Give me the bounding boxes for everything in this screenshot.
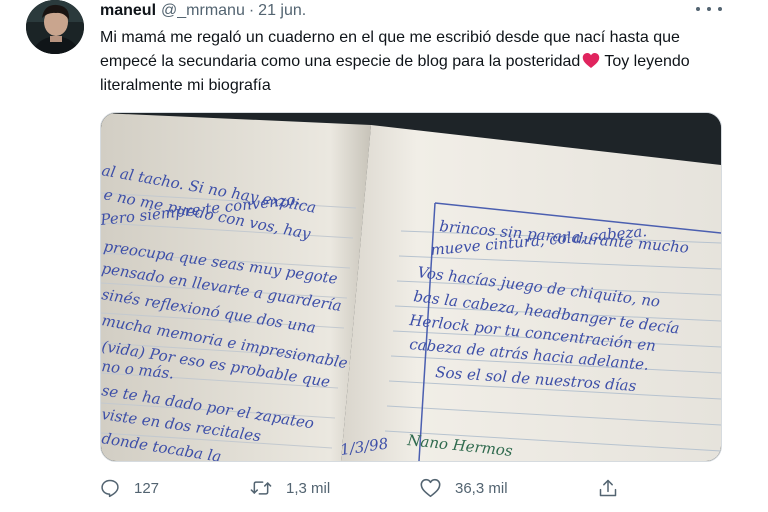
like-count: 36,3 mil	[455, 479, 508, 497]
tweet-photo[interactable]: al al tacho. Si no hay explica e no me p…	[100, 112, 722, 462]
avatar-image	[26, 0, 84, 54]
more-dot	[696, 7, 700, 11]
author-handle[interactable]: @_mrmanu	[161, 2, 245, 20]
more-options-icon[interactable]	[696, 0, 722, 18]
avatar[interactable]	[26, 0, 84, 54]
retweet-button[interactable]: 1,3 mil	[250, 476, 330, 500]
separator-dot: ·	[248, 2, 255, 19]
tweet-header: maneul @_mrmanu · 21 jun.	[100, 0, 306, 22]
reply-count: 127	[134, 479, 160, 497]
reply-icon	[101, 479, 119, 498]
tweet-date[interactable]: 21 jun.	[258, 2, 306, 20]
reply-button[interactable]: 127	[100, 476, 159, 500]
more-dot	[707, 7, 711, 11]
share-icon	[599, 479, 617, 497]
share-button[interactable]	[598, 476, 632, 500]
notebook-photo: al al tacho. Si no hay explica e no me p…	[101, 113, 721, 461]
author-name[interactable]: maneul	[100, 2, 156, 20]
like-icon	[420, 478, 441, 498]
tweet-actions: 127 1,3 mil 36,3 mil	[100, 476, 700, 500]
like-button[interactable]: 36,3 mil	[420, 476, 508, 500]
tweet: maneul @_mrmanu · 21 jun. Mi mamá me reg…	[0, 0, 768, 512]
more-dot	[718, 7, 722, 11]
retweet-icon	[250, 481, 272, 495]
red-heart-icon	[583, 53, 600, 68]
retweet-count: 1,3 mil	[286, 479, 331, 497]
tweet-text: Mi mamá me regaló un cuaderno en el que …	[100, 26, 700, 98]
